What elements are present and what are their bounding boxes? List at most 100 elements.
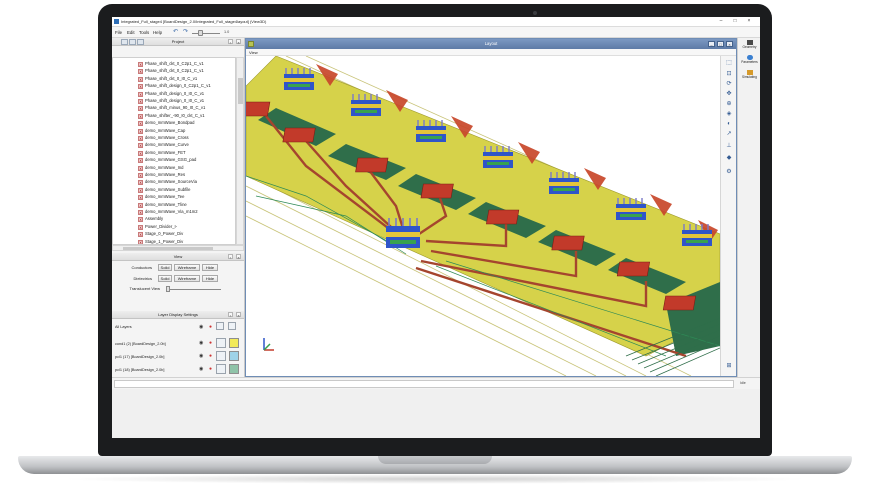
scrollbar-thumb[interactable] xyxy=(238,78,243,104)
tree-item[interactable]: Xdemo_mmWave_SourceVia xyxy=(138,178,197,186)
panel-float-icon[interactable]: ▫ xyxy=(228,39,233,45)
dock-geometry[interactable]: Geometry xyxy=(739,40,760,52)
tree-item[interactable]: Xdemo_mmWave_Bondpad xyxy=(138,119,194,127)
layer-pattern-icon[interactable] xyxy=(216,338,226,348)
cube-view-icon[interactable]: ◈ xyxy=(725,110,733,118)
tree-item[interactable]: X Phase_shifter_-90_I0_ckt_C_v1 xyxy=(138,112,205,119)
tree-item[interactable]: X Phase_shift_ckt_0_C2p1_C_v1 xyxy=(138,60,204,67)
tree-item[interactable]: X Phase_shift_design_0_C2p1_C_v1 xyxy=(138,82,211,90)
tree-item[interactable]: X Phase_shift_design_0_I0_C_v1 xyxy=(138,90,204,97)
undo-icon[interactable]: ↶ xyxy=(172,29,179,36)
zoom-in-icon[interactable]: ⊕ xyxy=(725,100,733,108)
tree-item[interactable]: X Assembly xyxy=(138,215,163,223)
measure-icon[interactable]: ⊥ xyxy=(725,142,733,150)
zoom-fit-icon[interactable]: ⊡ xyxy=(725,70,733,78)
axis-icon[interactable]: ↗ xyxy=(725,130,733,138)
layer-pattern-icon[interactable] xyxy=(216,351,226,361)
tree-item[interactable]: Xdemo_mmWave_Subfile xyxy=(138,186,190,193)
layout-3d-canvas[interactable] xyxy=(246,56,720,376)
panel-float-icon[interactable]: ▫ xyxy=(228,312,233,318)
tree-item[interactable]: Xdemo_mmWave_Cross xyxy=(138,134,189,141)
resize-icon[interactable]: ⊞ xyxy=(725,362,733,370)
tree-item[interactable]: Xdemo_mmWave_GSG_pad xyxy=(138,156,196,164)
menu-edit[interactable]: Edit xyxy=(127,30,135,35)
pin-icon[interactable]: ● xyxy=(209,354,214,359)
tree-item[interactable]: X Stage_0_Power_Div xyxy=(138,230,183,238)
panel-close-icon[interactable]: × xyxy=(236,39,241,45)
eye-icon[interactable]: ◉ xyxy=(199,325,204,330)
maximize-icon[interactable]: □ xyxy=(717,41,724,47)
eye-icon[interactable]: ◉ xyxy=(199,367,204,372)
conductors-wireframe-button[interactable]: Wireframe xyxy=(174,264,200,271)
layer-color-swatch[interactable] xyxy=(229,338,239,348)
tree-item-label: Phase_shift_ckt_0_C2p1_C_v1 xyxy=(145,68,204,74)
board-3d-view[interactable] xyxy=(246,56,720,376)
minimize-icon[interactable]: – xyxy=(718,19,724,24)
scrollbar-thumb[interactable] xyxy=(123,247,213,250)
eye-icon[interactable]: ◉ xyxy=(199,341,204,346)
zoom-slider[interactable] xyxy=(192,33,220,34)
pin-icon[interactable]: ● xyxy=(209,325,214,330)
tree-item[interactable]: X Power_Divider_I- xyxy=(138,223,177,230)
layer-pattern-icon[interactable] xyxy=(216,364,226,374)
project-tool-icon[interactable] xyxy=(129,39,136,45)
tree-item[interactable]: Xdemo_mmWave_Ind xyxy=(138,164,183,171)
project-tree-hscrollbar[interactable] xyxy=(112,245,244,251)
tree-item[interactable]: Xdemo_mmWave_Via_m1m2 xyxy=(138,208,198,215)
tree-item[interactable]: Xdemo_mmWave_Curve xyxy=(138,141,189,149)
tree-item-label: Phase_shift_design_0_I0_C_v1 xyxy=(145,98,205,103)
pin-icon[interactable]: ● xyxy=(209,367,214,372)
conductors-hide-button[interactable]: Hide xyxy=(202,264,218,271)
panel-close-icon[interactable]: × xyxy=(236,312,241,318)
translucent-slider[interactable] xyxy=(166,289,221,290)
dock-parameters[interactable]: Parameters xyxy=(739,55,760,67)
dielectrics-wireframe-button[interactable]: Wireframe xyxy=(174,275,200,282)
menu-file[interactable]: File xyxy=(115,30,122,35)
menu-tools[interactable]: Tools xyxy=(139,30,149,35)
tree-item[interactable]: Xdemo_mmWave_FET xyxy=(138,149,186,156)
tree-item[interactable]: Xdemo_mmWave_Res xyxy=(138,171,185,178)
layer-tool-icon[interactable] xyxy=(216,322,224,330)
panel-close-icon[interactable]: × xyxy=(236,254,241,260)
dielectrics-hide-button[interactable]: Hide xyxy=(202,275,218,282)
tree-item[interactable]: X Phase_shift_design_0_I0_C_v1 xyxy=(138,97,204,104)
panel-float-icon[interactable]: ▫ xyxy=(228,254,233,260)
camera-icon xyxy=(533,11,537,15)
select-tool-icon[interactable]: ⬚ xyxy=(725,59,733,67)
tree-item[interactable]: Xdemo_mmWave_Tline xyxy=(138,201,187,208)
view-menu[interactable]: View xyxy=(249,50,258,55)
conductors-solid-button[interactable]: Solid xyxy=(158,264,172,271)
settings-icon[interactable]: ⚙ xyxy=(725,168,733,176)
translucent-slider-knob[interactable] xyxy=(166,286,170,292)
close-icon[interactable]: × xyxy=(726,41,733,47)
tree-item[interactable]: X Phase_shift_minus_90_I0_C_v1 xyxy=(138,104,205,112)
tree-item[interactable]: X Phase_shift_ckt_0_I0_C_v1 xyxy=(138,75,197,82)
menu-help[interactable]: Help xyxy=(153,30,162,35)
zoom-slider-knob[interactable] xyxy=(198,30,203,36)
tree-item[interactable]: X Stage_1_Power_Div xyxy=(138,238,183,244)
tree-item[interactable]: X Phase_shift_ckt_0_C2p1_C_v1 xyxy=(138,67,204,75)
dielectrics-solid-button[interactable]: Solid xyxy=(158,275,172,282)
layer-color-swatch[interactable] xyxy=(229,364,239,374)
lighting-icon[interactable]: ◐ xyxy=(725,120,733,128)
layer-row[interactable]: cond1 (2) [BoardDesign_2.0b] ◉ ● xyxy=(112,337,244,351)
pin-icon[interactable]: ● xyxy=(209,341,214,346)
minimize-icon[interactable]: – xyxy=(708,41,715,47)
tree-item[interactable]: Xdemo_mmWave_Tee xyxy=(138,193,184,201)
layer-color-swatch[interactable] xyxy=(229,351,239,361)
dock-simulating[interactable]: Simulating xyxy=(739,70,760,82)
project-tree-scrollbar[interactable] xyxy=(236,57,244,245)
layer-row[interactable]: pcl1 (18) [BoardDesign_2.0b] ◉ ● xyxy=(112,363,244,377)
close-icon[interactable]: × xyxy=(746,19,752,24)
redo-icon[interactable]: ↷ xyxy=(182,29,189,36)
pan-icon[interactable]: ✥ xyxy=(725,90,733,98)
eye-icon[interactable]: ◉ xyxy=(199,354,204,359)
maximize-icon[interactable]: □ xyxy=(732,19,738,24)
layers-icon[interactable]: ◆ xyxy=(725,154,733,162)
project-tool-icon[interactable] xyxy=(137,39,144,45)
layer-row[interactable]: pcl1 (17) [BoardDesign_2.0b] ◉ ● xyxy=(112,350,244,364)
tree-item[interactable]: Xdemo_mmWave_Cap xyxy=(138,127,185,134)
layer-tool-icon[interactable] xyxy=(228,322,236,330)
rotate-icon[interactable]: ⟳ xyxy=(725,80,733,88)
project-tool-icon[interactable] xyxy=(121,39,128,45)
